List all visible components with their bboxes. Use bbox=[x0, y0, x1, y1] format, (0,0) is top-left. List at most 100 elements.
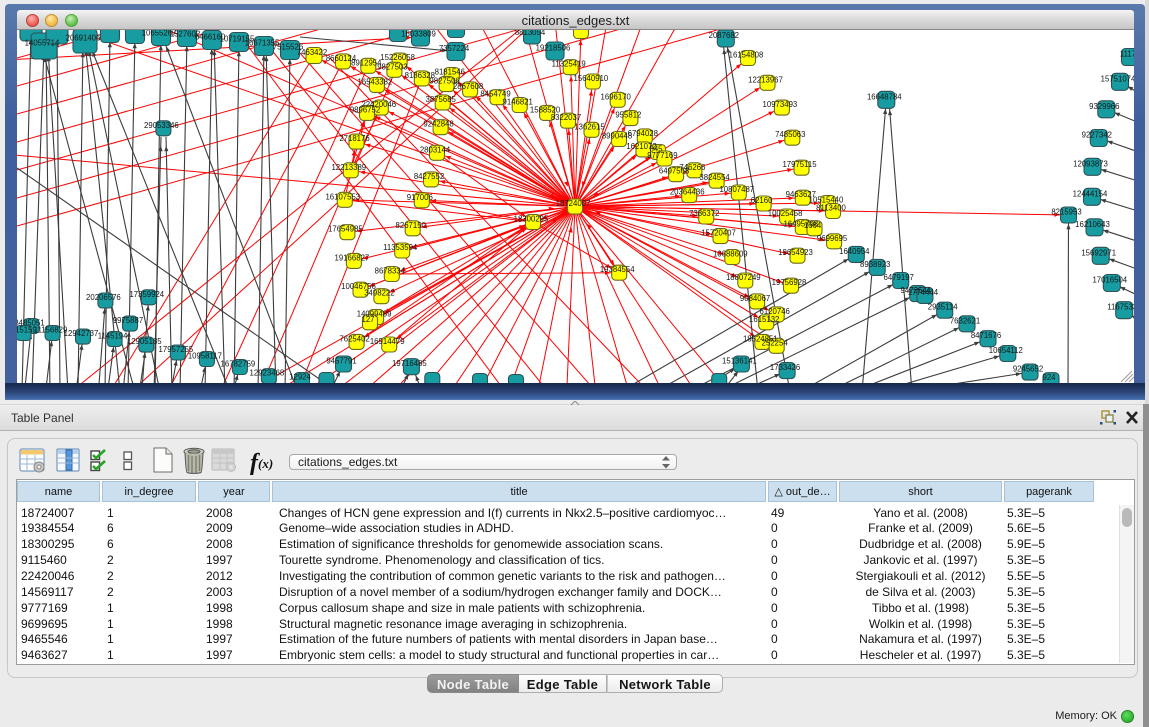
svg-text:19166827: 19166827 bbox=[335, 253, 370, 262]
svg-text:9896752: 9896752 bbox=[350, 105, 380, 114]
svg-text:17359924: 17359924 bbox=[129, 290, 164, 299]
svg-text:18807249: 18807249 bbox=[726, 273, 761, 282]
svg-text:955812: 955812 bbox=[615, 111, 641, 120]
svg-text:9699695: 9699695 bbox=[817, 234, 848, 243]
svg-text:2087682: 2087682 bbox=[709, 31, 739, 40]
svg-text:9084067: 9084067 bbox=[740, 294, 770, 303]
svg-text:9146821: 9146821 bbox=[503, 98, 533, 107]
svg-text:1117: 1117 bbox=[1120, 50, 1134, 59]
svg-text:7357224: 7357224 bbox=[439, 44, 470, 53]
svg-text:12942737: 12942737 bbox=[64, 329, 99, 338]
svg-text:12923468: 12923468 bbox=[250, 369, 285, 378]
svg-text:8267150: 8267150 bbox=[396, 221, 427, 230]
svg-text:11353594: 11353594 bbox=[383, 243, 418, 252]
svg-text:12905185: 12905185 bbox=[127, 337, 162, 346]
svg-text:9827503: 9827503 bbox=[377, 62, 407, 71]
svg-text:17654985: 17654985 bbox=[328, 225, 363, 234]
svg-text:17975115: 17975115 bbox=[782, 160, 817, 169]
svg-text:6479197: 6479197 bbox=[884, 273, 914, 282]
svg-text:11325419: 11325419 bbox=[552, 60, 586, 69]
svg-text:16033809: 16033809 bbox=[401, 30, 436, 39]
svg-text:8215953: 8215953 bbox=[1051, 208, 1081, 217]
svg-text:9975887: 9975887 bbox=[113, 316, 143, 325]
svg-text:8322037: 8322037 bbox=[551, 113, 581, 122]
svg-text:8113400: 8113400 bbox=[816, 204, 846, 213]
svg-text:8678334: 8678334 bbox=[375, 267, 406, 276]
svg-text:1362615: 1362615 bbox=[574, 122, 605, 131]
svg-text:18300295: 18300295 bbox=[514, 215, 549, 224]
svg-text:19218506: 19218506 bbox=[536, 44, 571, 53]
svg-text:19756928: 19756928 bbox=[772, 278, 807, 287]
svg-text:7632621: 7632621 bbox=[950, 316, 980, 325]
svg-text:917006: 917006 bbox=[407, 193, 433, 202]
svg-text:2867608: 2867608 bbox=[453, 82, 483, 91]
svg-text:15751074: 15751074 bbox=[1101, 74, 1134, 83]
svg-text:20206576: 20206576 bbox=[86, 293, 121, 302]
svg-text:16543382: 16543382 bbox=[358, 77, 393, 86]
svg-text:17016504: 17016504 bbox=[1092, 276, 1127, 285]
svg-text:1640954: 1640954 bbox=[839, 247, 870, 256]
svg-text:6120746: 6120746 bbox=[760, 307, 790, 316]
svg-text:2803144: 2803144 bbox=[420, 145, 451, 154]
svg-text:10973493: 10973493 bbox=[763, 100, 798, 109]
svg-text:15692971: 15692971 bbox=[1081, 248, 1116, 257]
svg-text:10688609: 10688609 bbox=[713, 250, 748, 259]
svg-text:8181546: 8181546 bbox=[435, 68, 465, 77]
svg-text:9329966: 9329966 bbox=[1089, 102, 1119, 111]
svg-text:10654112: 10654112 bbox=[989, 346, 1023, 355]
svg-text:6794028: 6794028 bbox=[628, 129, 658, 138]
svg-text:3498222: 3498222 bbox=[364, 289, 394, 298]
svg-text:1615132: 1615132 bbox=[749, 315, 779, 324]
svg-text:14055714: 14055714 bbox=[25, 39, 60, 48]
svg-text:15640910: 15640910 bbox=[574, 74, 609, 83]
svg-text:16914479: 16914479 bbox=[370, 337, 405, 346]
svg-text:7485063: 7485063 bbox=[775, 130, 805, 139]
svg-text:16782759: 16782759 bbox=[221, 360, 256, 369]
svg-text:9242848: 9242848 bbox=[423, 120, 453, 129]
svg-text:7463422: 7463422 bbox=[297, 48, 327, 57]
svg-text:9457791: 9457791 bbox=[326, 357, 356, 366]
svg-text:20691406: 20691406 bbox=[66, 34, 101, 43]
svg-text:12444154: 12444154 bbox=[1073, 189, 1108, 198]
svg-text:1696170: 1696170 bbox=[601, 92, 632, 101]
svg-text:11156829: 11156829 bbox=[34, 326, 68, 335]
svg-text:7625402: 7625402 bbox=[339, 334, 369, 343]
svg-text:15720407: 15720407 bbox=[701, 229, 736, 238]
svg-text:19716485: 19716485 bbox=[392, 359, 427, 368]
svg-text:16107553: 16107553 bbox=[325, 192, 360, 201]
svg-text:127: 127 bbox=[361, 315, 374, 324]
svg-text:12093873: 12093873 bbox=[1073, 159, 1108, 168]
svg-text:19384554: 19384554 bbox=[600, 265, 635, 274]
svg-text:19654923: 19654923 bbox=[778, 248, 813, 257]
svg-text:8471676: 8471676 bbox=[971, 331, 1001, 340]
svg-text:924: 924 bbox=[1042, 373, 1056, 382]
svg-text:7386372: 7386372 bbox=[689, 209, 719, 218]
svg-text:16648784: 16648784 bbox=[867, 92, 902, 101]
svg-text:10025458: 10025458 bbox=[768, 209, 803, 218]
svg-text:15226058: 15226058 bbox=[380, 53, 415, 62]
svg-text:3875685: 3875685 bbox=[426, 95, 457, 104]
svg-text:12213389: 12213389 bbox=[331, 163, 366, 172]
svg-text:15136141: 15136141 bbox=[722, 357, 757, 366]
svg-text:8938923: 8938923 bbox=[860, 260, 890, 269]
svg-text:18724007: 18724007 bbox=[556, 199, 591, 208]
svg-text:(x): (x) bbox=[258, 456, 273, 471]
svg-text:20364436: 20364436 bbox=[670, 188, 705, 197]
svg-text:252254: 252254 bbox=[762, 338, 789, 347]
svg-text:9227342: 9227342 bbox=[1082, 131, 1112, 140]
svg-text:1733426: 1733426 bbox=[770, 363, 800, 372]
svg-text:746266: 746266 bbox=[679, 163, 705, 172]
svg-text:16154808: 16154808 bbox=[729, 51, 764, 60]
svg-text:10807487: 10807487 bbox=[719, 185, 754, 194]
svg-text:62160: 62160 bbox=[751, 196, 773, 205]
svg-text:3824554: 3824554 bbox=[699, 173, 730, 182]
svg-text:2935114: 2935114 bbox=[928, 303, 958, 312]
svg-text:9245652: 9245652 bbox=[1013, 365, 1043, 374]
svg-text:8813054: 8813054 bbox=[515, 30, 546, 37]
svg-text:2718176: 2718176 bbox=[339, 134, 369, 143]
svg-text:12213967: 12213967 bbox=[748, 75, 783, 84]
svg-text:1145194: 1145194 bbox=[98, 332, 128, 341]
svg-text:29053346: 29053346 bbox=[144, 121, 179, 130]
svg-text:1664: 1664 bbox=[804, 221, 822, 230]
svg-text:10958117: 10958117 bbox=[188, 352, 222, 361]
